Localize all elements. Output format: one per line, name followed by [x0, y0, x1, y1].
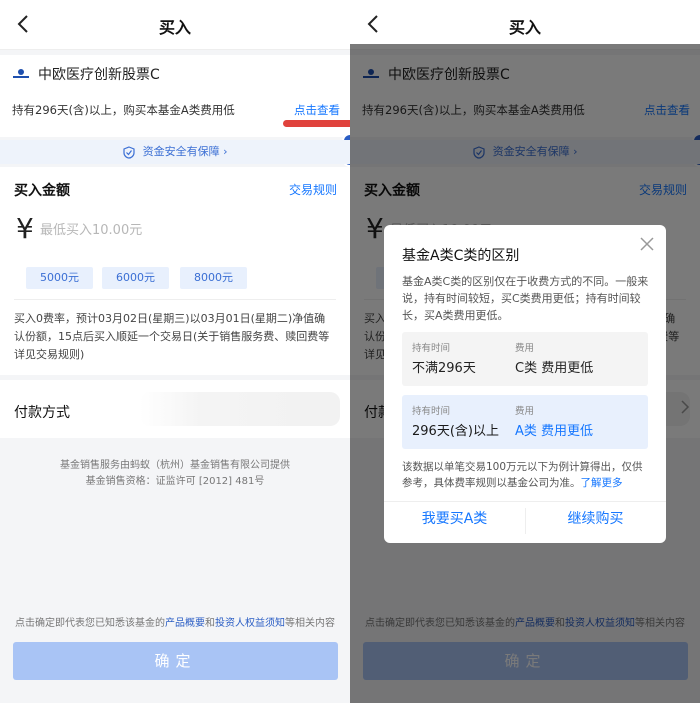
- amount-input[interactable]: [40, 217, 320, 243]
- buy-amount-card: 买入金额 交易规则 ¥ 5000元 6000元 8000元 买入0费率，预计03…: [0, 167, 350, 375]
- class-a-comparison: 持有时间 费用 296天(含)以上 A类 费用更低: [402, 395, 648, 449]
- class-c-hold-time: 不满296天: [412, 361, 476, 376]
- top-bar: 买入: [350, 0, 700, 50]
- quick-amount-chip[interactable]: 8000元: [180, 267, 247, 289]
- page-title: 买入: [158, 18, 191, 37]
- fee-label: 费用: [515, 406, 535, 417]
- agreement-and: 和: [205, 618, 215, 629]
- shield-icon: [122, 145, 135, 159]
- product-summary-link[interactable]: 产品概要: [165, 618, 205, 629]
- class-a-hold-time: 296天(含)以上: [412, 424, 499, 439]
- class-c-comparison: 持有时间 费用 不满296天 C类 费用更低: [402, 332, 648, 386]
- sales-info: 基金销售服务由蚂蚁（杭州）基金销售有限公司提供 基金销售资格：证监许可 [201…: [0, 458, 350, 490]
- blurred-payment-info: [140, 392, 340, 426]
- divider: [14, 299, 336, 300]
- continue-purchase-button[interactable]: 继续购买: [525, 508, 666, 528]
- fund-name: 中欧医疗创新股票C: [38, 67, 160, 83]
- hold-time-label: 持有时间: [412, 343, 451, 354]
- agreement-prefix: 点击确定即代表您已知悉该基金的: [15, 618, 165, 629]
- payment-method-label: 付款方式: [14, 405, 70, 421]
- payment-method-row[interactable]: 付款方式: [0, 380, 350, 438]
- modal-title: 基金A类C类的区别: [402, 248, 520, 264]
- fee-class-modal: 基金A类C类的区别 基金A类C类的区别仅在于收费方式的不同。一般来说，持有时间较…: [384, 225, 666, 543]
- trade-rules-link[interactable]: 交易规则: [289, 181, 337, 198]
- view-details-link[interactable]: 点击查看: [294, 102, 340, 118]
- safety-text: 资金安全有保障 ›: [142, 145, 228, 158]
- fund-logo-icon: [12, 69, 30, 79]
- sales-license-text: 基金销售资格：证监许可 [2012] 481号: [85, 476, 265, 487]
- class-c-fee: C类 费用更低: [515, 361, 594, 376]
- buy-class-a-button[interactable]: 我要买A类: [384, 508, 525, 528]
- learn-more-link[interactable]: 了解更多: [581, 477, 623, 489]
- buy-amount-label: 买入金额: [14, 183, 70, 199]
- buy-page: 买入 中欧医疗创新股票C 持有296天(含)以上，购买本基金A类费用低 点击查看…: [0, 0, 350, 703]
- fee-label: 费用: [515, 343, 535, 354]
- sales-provider-text: 基金销售服务由蚂蚁（杭州）基金销售有限公司提供: [60, 460, 290, 471]
- quick-amount-chip[interactable]: 5000元: [26, 267, 93, 289]
- screenshot-pair: 买入 中欧医疗创新股票C 持有296天(含)以上，购买本基金A类费用低 点击查看…: [0, 0, 700, 703]
- agreement-text: 点击确定即代表您已知悉该基金的产品概要和投资人权益须知等相关内容: [0, 614, 350, 629]
- confirm-button[interactable]: 确定: [13, 642, 338, 680]
- modal-description: 基金A类C类的区别仅在于收费方式的不同。一般来说，持有时间较短，买C类费用更低；…: [402, 275, 649, 322]
- highlight-underline: [283, 120, 350, 127]
- buy-page-with-modal: 买入 中欧医疗创新股票C 持有296天(含)以上，购买本基金A类费用低 点击查看…: [350, 0, 700, 703]
- close-icon[interactable]: [640, 237, 654, 251]
- hold-time-label: 持有时间: [412, 406, 451, 417]
- modal-divider: [384, 501, 666, 502]
- class-a-fee: A类 费用更低: [515, 424, 594, 439]
- fund-fee-note: 持有296天(含)以上，购买本基金A类费用低: [12, 103, 235, 117]
- quick-amount-chip[interactable]: 6000元: [102, 267, 169, 289]
- agreement-suffix: 等相关内容: [285, 618, 335, 629]
- safety-banner[interactable]: 资金安全有保障 ›: [0, 140, 350, 164]
- top-bar: 买入: [0, 0, 350, 50]
- investor-rights-link[interactable]: 投资人权益须知: [215, 618, 285, 629]
- buy-description: 买入0费率，预计03月02日(星期三)以03月01日(星期二)净值确认份额，15…: [14, 312, 330, 361]
- modal-note: 该数据以单笔交易100万元以下为例计算得出，仅供参考，具体费率规则以基金公司为准…: [402, 459, 652, 491]
- currency-symbol: ¥: [16, 212, 34, 245]
- page-title: 买入: [508, 18, 541, 37]
